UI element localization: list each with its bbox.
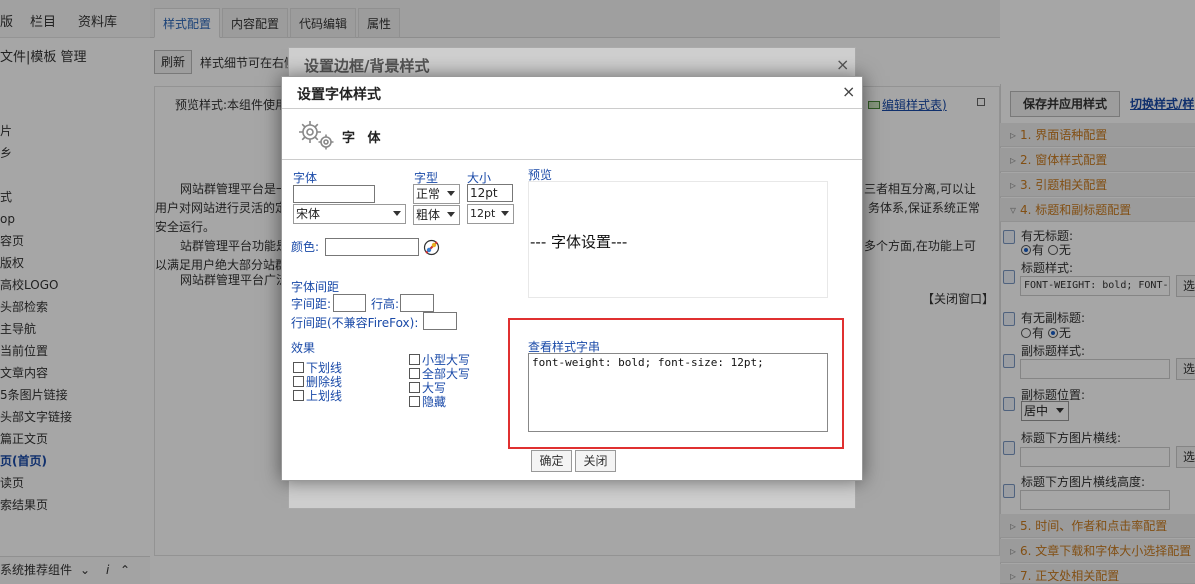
capitalize-checkbox[interactable] [409,382,420,393]
color-label: 颜色: [291,240,320,254]
all-caps-checkbox[interactable] [409,368,420,379]
color-picker-icon[interactable] [423,239,440,259]
hidden-option[interactable]: 隐藏 [409,395,470,409]
strikethrough-option[interactable]: 删除线 [293,375,342,389]
close-icon[interactable]: × [842,82,855,101]
capitalize-option[interactable]: 大写 [409,381,470,395]
overline-option[interactable]: 上划线 [293,389,342,403]
line-spacing-label: 行间距(不兼容FireFox): [291,316,419,330]
line-spacing-input[interactable] [423,312,457,330]
border-background-dialog-title: 设置边框/背景样式 [304,57,430,75]
underline-option[interactable]: 下划线 [293,361,342,375]
letter-spacing-label: 字间距: [291,297,332,311]
letter-spacing-input[interactable] [333,294,366,312]
hidden-checkbox[interactable] [409,396,420,407]
font-preview-text: --- 字体设置--- [530,233,628,251]
close-button[interactable]: 关闭 [575,450,616,472]
close-icon[interactable]: × [836,55,849,74]
effects-right-group: 小型大写 全部大写 大写 隐藏 [409,353,470,409]
spacing-title: 字体间距 [291,280,340,294]
font-style-dialog-title: 设置字体样式 [297,87,381,103]
chevron-down-icon [447,212,455,217]
gear-icon [296,118,338,155]
style-string-textarea[interactable]: font-weight: bold; font-size: 12pt; [528,353,828,432]
font-weight-select[interactable]: 粗体 [413,205,460,225]
overline-checkbox[interactable] [293,390,304,401]
small-caps-checkbox[interactable] [409,354,420,365]
effects-title: 效果 [291,341,316,355]
font-label: 字体 [293,171,318,185]
font-select[interactable]: 宋体 [293,204,406,224]
small-caps-option[interactable]: 小型大写 [409,353,470,367]
underline-checkbox[interactable] [293,362,304,373]
strikethrough-checkbox[interactable] [293,376,304,387]
font-style-select[interactable]: 正常 [413,184,460,204]
chevron-down-icon [393,211,401,216]
font-input[interactable] [293,185,375,203]
font-size-select[interactable]: 12pt [467,204,514,224]
chevron-down-icon [447,191,455,196]
ok-button[interactable]: 确定 [531,450,572,472]
line-height-label: 行高: [371,297,400,311]
font-size-input[interactable]: 12pt [467,184,513,202]
color-input[interactable] [325,238,419,256]
all-caps-option[interactable]: 全部大写 [409,367,470,381]
chevron-down-icon [501,211,509,216]
font-section-title: 字 体 [342,131,385,146]
line-height-input[interactable] [400,294,434,312]
effects-left-group: 下划线 删除线 上划线 [293,361,342,403]
